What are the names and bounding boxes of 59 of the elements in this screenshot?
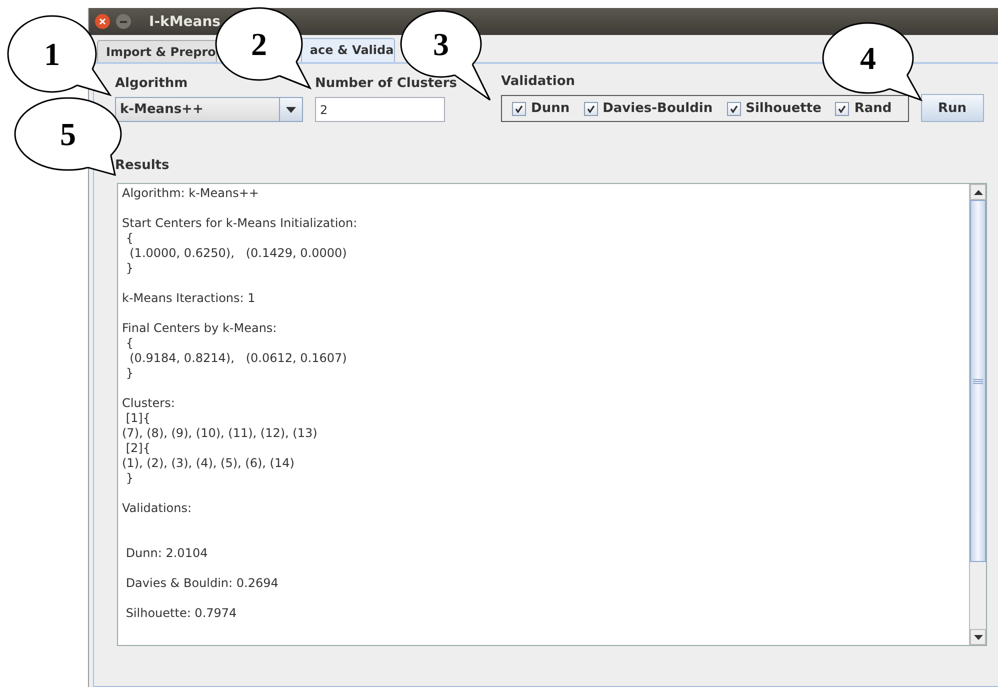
result-line: Davies & Bouldin: 0.2694 <box>124 576 278 591</box>
algorithm-label: Algorithm <box>115 76 189 91</box>
result-line: (1.0000, 0.6250), (0.1429, 0.0000) <box>128 246 347 261</box>
result-line: } <box>124 261 134 276</box>
result-line: Dunn: 2.0104 <box>124 545 208 561</box>
result-line: Validations: <box>122 501 192 516</box>
check-icon <box>838 104 846 112</box>
check-icon <box>730 104 738 112</box>
close-icon <box>99 18 106 25</box>
clusters-field[interactable]: 2 <box>315 97 445 122</box>
result-line: Algorithm: k-Means++ <box>122 186 259 201</box>
algorithm-dropdown[interactable]: k-Means++ <box>115 97 303 122</box>
result-line: Silhouette: 0.7974 <box>124 606 237 621</box>
callout-number: 3 <box>433 28 449 60</box>
checkbox[interactable] <box>835 102 850 116</box>
scrollbar-thumb[interactable] <box>970 200 986 562</box>
result-line: k-Means Iteractions: 1 <box>122 291 256 306</box>
check-icon <box>586 104 595 112</box>
callout-number: 1 <box>44 38 60 70</box>
scroll-up-button[interactable] <box>970 184 986 200</box>
result-line: { <box>124 231 134 246</box>
scroll-down-button[interactable] <box>970 629 986 645</box>
result-line: Final Centers by k-Means: <box>122 321 277 336</box>
result-line: } <box>124 471 134 486</box>
validation-checkbox[interactable]: Dunn <box>512 101 570 116</box>
check-icon <box>515 104 524 112</box>
caret-icon <box>286 106 296 112</box>
results-label: Results <box>115 158 170 173</box>
result-line: [1]{ <box>124 411 150 426</box>
window-title: I-kMeans <box>149 14 221 30</box>
result-line: (1), (2), (3), (4), (5), (6), (14) <box>122 456 294 471</box>
validation-label: Validation <box>501 74 576 89</box>
checkbox[interactable] <box>584 102 598 116</box>
grip-icon <box>973 378 983 384</box>
minimize-icon <box>120 20 127 22</box>
down-arrow-icon <box>974 634 982 640</box>
callout-number: 4 <box>860 42 876 74</box>
result-line: { <box>124 336 134 351</box>
result-line: (7), (8), (9), (10), (11), (12), (13) <box>122 426 318 441</box>
validation-checkbox[interactable]: Silhouette <box>726 101 822 116</box>
checkbox[interactable] <box>726 102 741 116</box>
result-line: [2]{ <box>124 441 150 456</box>
validation-checkbox[interactable]: Davies-Bouldin <box>584 101 713 116</box>
checkbox[interactable] <box>512 102 526 116</box>
tab[interactable]: Import & Prepro <box>97 40 217 62</box>
clusters-label: Number of Clusters <box>315 76 458 91</box>
up-arrow-icon <box>974 190 982 194</box>
result-line: Start Centers for k-Means Initialization: <box>122 216 358 231</box>
result-line: (0.9184, 0.8214), (0.0612, 0.1607) <box>128 351 347 366</box>
result-line: } <box>124 366 134 381</box>
result-line: Clusters: <box>122 396 175 411</box>
callout-number: 5 <box>60 118 76 150</box>
minimize-button[interactable] <box>116 14 131 29</box>
run-button[interactable]: Run <box>920 94 984 122</box>
validation-checkbox[interactable]: Rand <box>835 101 892 116</box>
tab[interactable]: ace & Valida <box>300 38 395 62</box>
callout-number: 2 <box>251 28 267 60</box>
scrollbar[interactable] <box>969 184 986 645</box>
close-button[interactable] <box>95 14 110 29</box>
